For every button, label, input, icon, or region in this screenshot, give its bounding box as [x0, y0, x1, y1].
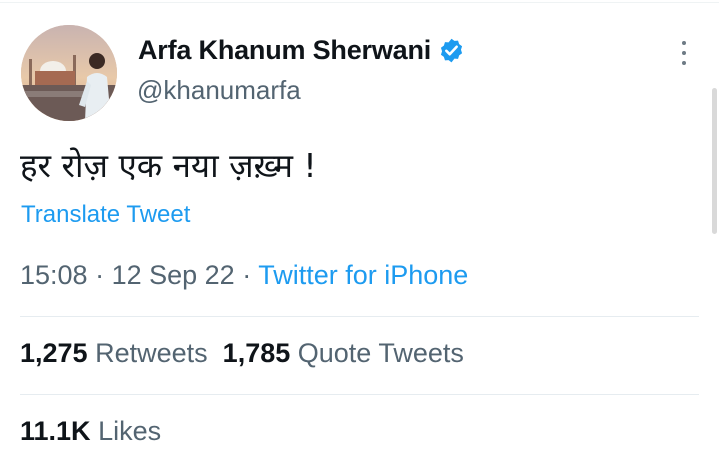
author-name-row[interactable]: Arfa Khanum Sherwani	[138, 30, 465, 70]
scrollbar[interactable]	[712, 88, 717, 234]
meta-separator: ·	[87, 260, 112, 290]
author-display-name[interactable]: Arfa Khanum Sherwani	[138, 35, 431, 66]
verified-badge-icon	[438, 37, 465, 64]
avatar-image	[21, 25, 117, 121]
tweet-time[interactable]: 15:08	[20, 260, 88, 290]
tweet-source-link[interactable]: Twitter for iPhone	[258, 260, 468, 290]
quote-tweets-label: Quote Tweets	[297, 338, 464, 368]
meta-separator: ·	[234, 260, 259, 290]
divider	[20, 394, 699, 395]
translate-tweet-link[interactable]: Translate Tweet	[21, 201, 190, 229]
top-divider	[0, 2, 719, 3]
avatar[interactable]	[21, 25, 117, 121]
retweets-label: Retweets	[95, 338, 208, 368]
likes-label: Likes	[98, 416, 162, 446]
likes-count: 11.1K	[20, 416, 91, 446]
quote-tweets-stat[interactable]: 1,785 Quote Tweets	[223, 338, 464, 368]
retweets-stat[interactable]: 1,275 Retweets	[20, 338, 208, 368]
quote-tweets-count: 1,785	[222, 338, 291, 368]
likes-stat[interactable]: 11.1K Likes	[20, 416, 161, 447]
retweets-count: 1,275	[20, 338, 88, 368]
divider	[20, 316, 699, 317]
more-options-icon[interactable]	[674, 38, 694, 68]
engagement-stats: 1,275 Retweets 1,785 Quote Tweets	[20, 338, 464, 369]
tweet-text: हर रोज़ एक नया ज़ख़्म !	[20, 146, 317, 185]
tweet-metadata: 15:08 · 12 Sep 22 · Twitter for iPhone	[20, 260, 468, 291]
author-handle[interactable]: @khanumarfa	[137, 75, 301, 106]
tweet-date[interactable]: 12 Sep 22	[112, 260, 235, 290]
